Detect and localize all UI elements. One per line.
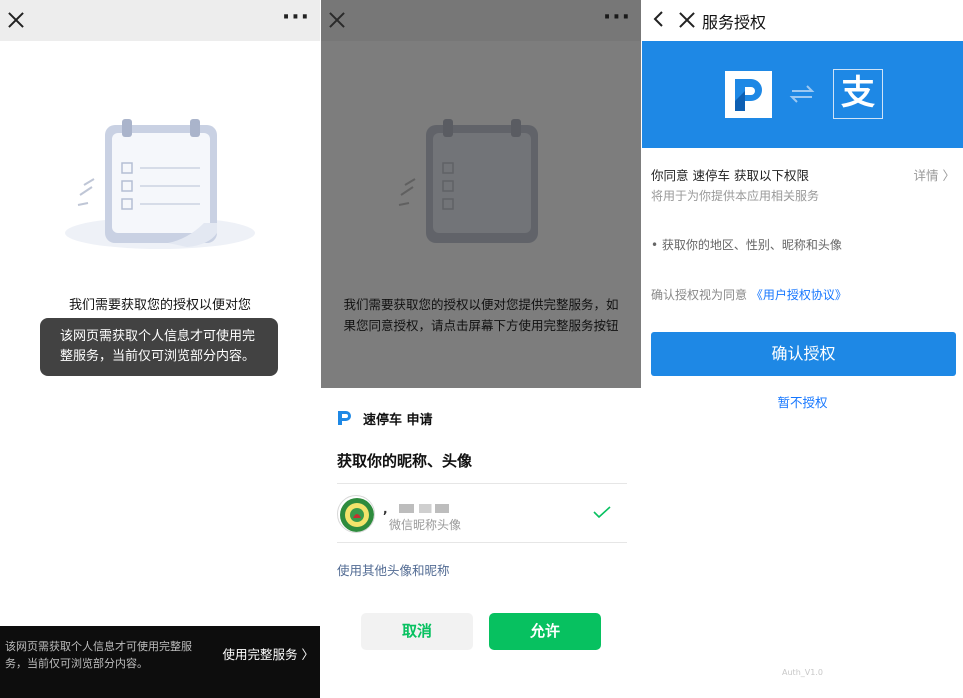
- document-illustration: [398, 119, 538, 243]
- use-other-avatar-link[interactable]: 使用其他头像和昵称: [337, 560, 450, 579]
- request-title: 获取你的昵称、头像: [337, 452, 473, 470]
- auth-banner: 支: [642, 41, 963, 148]
- bottom-notice: 该网页需获取个人信息才可使用完整服务，当前仅可浏览部分内容。: [5, 640, 192, 670]
- app-header: 速停车 申请: [337, 408, 433, 428]
- allow-button[interactable]: 允许: [489, 613, 601, 650]
- close-icon[interactable]: [676, 9, 698, 31]
- agreement-line: 确认授权视为同意 《用户授权协议》: [651, 286, 847, 303]
- app-logo-icon: [338, 411, 351, 425]
- auth-bottom-sheet: 速停车 申请 获取你的昵称、头像 , 微信昵称头像 使用其他头像和昵称 取消 允…: [321, 388, 641, 698]
- back-icon[interactable]: [652, 10, 666, 28]
- usage-note: 将用于为你提供本应用相关服务: [651, 189, 820, 203]
- check-icon: [593, 506, 611, 518]
- panel-webpage-auth: ··· 我们需要获取您的授权以便对您 该网页需获取个人信息才可使用完整服务，当前…: [0, 0, 320, 698]
- dimmed-background[interactable]: ··· 我们需要获取您的授权以便对您提供完整服务，如果您同意授权，请点击屏幕下方…: [321, 0, 641, 388]
- use-full-service-link[interactable]: 使用完整服务 〉: [223, 644, 314, 663]
- bottom-bar: 该网页需获取个人信息才可使用完整服务，当前仅可浏览部分内容。 使用完整服务 〉: [0, 626, 320, 698]
- top-bar: ···: [0, 0, 320, 41]
- document-illustration: [65, 119, 255, 249]
- info-toast: 该网页需获取个人信息才可使用完整服务，当前仅可浏览部分内容。: [40, 318, 278, 376]
- top-bar: 服务授权: [642, 0, 963, 41]
- exchange-arrows-icon: [789, 85, 815, 103]
- not-now-link[interactable]: 暂不授权: [642, 392, 963, 411]
- version-label: Auth_V1.0: [782, 668, 823, 677]
- auth-message: 我们需要获取您的授权以便对您: [68, 298, 251, 313]
- permission-item: • 获取你的地区、性别、昵称和头像: [651, 238, 842, 252]
- divider: [337, 542, 627, 543]
- nickname-subtitle: 微信昵称头像: [389, 518, 462, 532]
- details-link[interactable]: 详情 〉: [914, 165, 955, 184]
- panel-service-authorization: 服务授权 支 你同意 速停车 获取以下权限 详情 〉 将用于为你提供本应用相关服…: [642, 0, 963, 698]
- confirm-auth-button[interactable]: 确认授权: [651, 332, 956, 376]
- panel-wechat-auth-sheet: ··· 我们需要获取您的授权以便对您提供完整服务，如果您同意授权，请点击屏幕下方…: [321, 0, 641, 698]
- more-icon[interactable]: ···: [603, 7, 631, 29]
- school-emblem-icon: [340, 498, 374, 532]
- top-bar: ···: [321, 0, 641, 41]
- close-icon[interactable]: [326, 9, 348, 31]
- parking-p-icon: [735, 79, 762, 111]
- auth-message: 我们需要获取您的授权以便对您提供完整服务，如果您同意授权，请点击屏幕下方使用完整…: [343, 297, 619, 333]
- close-icon[interactable]: [5, 9, 27, 31]
- agreement-prefix: 确认授权视为同意: [651, 288, 748, 302]
- divider: [337, 483, 627, 484]
- user-agreement-link[interactable]: 《用户授权协议》: [751, 288, 847, 302]
- cancel-button[interactable]: 取消: [361, 613, 473, 650]
- screenshot-triptych: ··· 我们需要获取您的授权以便对您 该网页需获取个人信息才可使用完整服务，当前…: [0, 0, 963, 698]
- app-logo: [725, 71, 772, 118]
- avatar[interactable]: [337, 495, 375, 533]
- more-icon[interactable]: ···: [282, 7, 310, 29]
- nickname-prefix: ,: [383, 502, 388, 516]
- page-title: 服务授权: [702, 13, 767, 32]
- consent-heading: 你同意 速停车 获取以下权限: [651, 168, 809, 183]
- alipay-logo: 支: [833, 69, 883, 119]
- nickname-blurred: [399, 504, 449, 513]
- app-name: 速停车 申请: [363, 412, 433, 428]
